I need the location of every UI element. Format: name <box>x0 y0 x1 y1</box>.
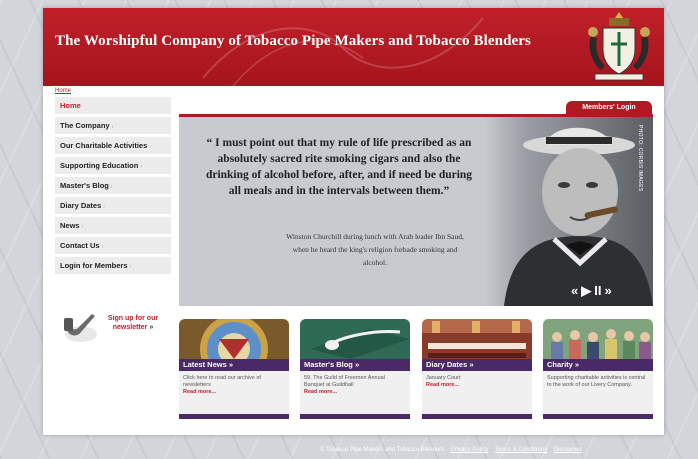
sidebar-item-label: Login for Members <box>60 261 128 270</box>
chevron-right-icon: › <box>110 184 113 190</box>
card-desc-text: 59. The Guild of Freemen Annual Banquet … <box>304 375 385 388</box>
card-charity[interactable]: Charity » Supporting charitable activiti… <box>543 319 653 419</box>
quote-open-mark: “ <box>206 137 213 149</box>
site-header: The Worshipful Company of Tobacco Pipe M… <box>43 8 664 86</box>
site-title: The Worshipful Company of Tobacco Pipe M… <box>55 33 531 49</box>
quote-attribution: Winston Churchill during lunch with Arab… <box>286 232 464 267</box>
chevron-right-icon: › <box>81 224 84 230</box>
slideshow-controls: « ▶ II » <box>571 283 612 299</box>
card-masters-blog[interactable]: Master's Blog » 59. The Guild of Freemen… <box>300 319 410 419</box>
sidebar-item-news[interactable]: News › <box>55 217 171 234</box>
card-footer-bar <box>543 414 653 419</box>
sidebar-item-label: News <box>60 221 80 230</box>
card-footer-bar <box>179 414 289 419</box>
read-more-link[interactable]: Read more... <box>426 382 528 389</box>
sidebar-item-label: The Company <box>60 121 110 130</box>
group-photo-image <box>543 319 653 359</box>
newsletter-line2: newsletter <box>112 324 148 331</box>
chevron-right-icon: › <box>103 204 105 210</box>
ornate-plate-image <box>179 319 289 359</box>
sidebar-item-label: Supporting Education <box>60 161 139 170</box>
quote-text: I must point out that my rule of life pr… <box>205 137 473 197</box>
card-latest-news[interactable]: Latest News » Click here to read our arc… <box>179 319 289 419</box>
read-more-link[interactable]: Read more... <box>304 389 406 396</box>
newsletter-line1: Sign up for our <box>107 315 159 322</box>
photo-credit: PHOTO: CORBIS IMAGES <box>637 125 643 192</box>
sidebar-item-our-charitable-activities[interactable]: Our Charitable Activities › <box>55 137 171 154</box>
page-container: The Worshipful Company of Tobacco Pipe M… <box>43 8 664 435</box>
sidebar-item-login-for-members[interactable]: Login for Members › <box>55 257 171 274</box>
newsletter-arrow: » <box>149 324 154 331</box>
read-more-link[interactable]: Read more... <box>183 389 285 396</box>
card-footer-bar <box>422 414 532 419</box>
card-desc-text: Click here to read our archive of newsle… <box>183 375 261 388</box>
sidebar-item-label: Master's Blog <box>60 181 109 190</box>
feature-cards: Latest News » Click here to read our arc… <box>179 319 653 425</box>
card-title: Latest News » <box>179 359 289 371</box>
card-title: Charity » <box>543 359 653 371</box>
sidebar-item-label: Diary Dates <box>60 201 102 210</box>
hero-quote: “ I must point out that my rule of life … <box>199 135 479 199</box>
sidebar-item-the-company[interactable]: The Company › <box>55 117 171 134</box>
next-slide-button[interactable]: » <box>604 283 611 299</box>
chevron-right-icon: › <box>129 264 132 270</box>
sidebar-item-label: Contact Us <box>60 241 100 250</box>
disclaimer-link[interactable]: Disclaimer <box>554 447 582 453</box>
newsletter-signup-link[interactable]: Sign up for our newsletter » <box>61 306 173 344</box>
pipe-icon <box>64 314 97 342</box>
chevron-right-icon: › <box>149 144 151 150</box>
breadcrumb-home-link[interactable]: Home <box>55 88 71 94</box>
book-and-pipe-image <box>300 319 410 359</box>
sidebar-item-home[interactable]: Home <box>55 97 171 114</box>
site-footer: © Tobacco Pipe Makers and Tobacco Blende… <box>320 447 582 453</box>
terms-conditions-link[interactable]: Terms & Conditions <box>495 447 547 453</box>
card-desc-text: January Court <box>426 375 461 381</box>
privacy-policy-link[interactable]: Privacy Policy <box>451 447 488 453</box>
hero-banner: “ I must point out that my rule of life … <box>179 117 653 306</box>
sidebar-item-contact-us[interactable]: Contact Us › <box>55 237 171 254</box>
play-button[interactable]: ▶ <box>581 283 591 299</box>
copyright-text: © Tobacco Pipe Makers and Tobacco Blende… <box>320 447 445 453</box>
chevron-right-icon: › <box>140 164 142 170</box>
previous-slide-button[interactable]: « <box>571 283 578 299</box>
sidebar-item-label: Our Charitable Activities <box>60 141 148 150</box>
card-description: Click here to read our archive of newsle… <box>183 375 285 396</box>
card-footer-bar <box>300 414 410 419</box>
sidebar-item-supporting-education[interactable]: Supporting Education › <box>55 157 171 174</box>
card-description: Supporting charitable activities is cent… <box>547 375 649 389</box>
card-description: January Court Read more... <box>426 375 528 389</box>
card-title: Diary Dates » <box>422 359 532 371</box>
pause-button[interactable]: II <box>594 283 601 299</box>
newsletter-text: Sign up for our newsletter » <box>97 314 169 332</box>
banquet-hall-image <box>422 319 532 359</box>
sidebar-item-diary-dates[interactable]: Diary Dates › <box>55 197 171 214</box>
chevron-right-icon: › <box>101 244 104 250</box>
card-desc-text: Supporting charitable activities is cent… <box>547 375 646 388</box>
members-login-tab[interactable]: Members' Login <box>566 101 652 115</box>
card-diary-dates[interactable]: Diary Dates » January Court Read more... <box>422 319 532 419</box>
sidebar-item-master-s-blog[interactable]: Master's Blog › <box>55 177 171 194</box>
sidebar-item-label: Home <box>60 101 81 110</box>
card-title: Master's Blog » <box>300 359 410 371</box>
chevron-right-icon: › <box>111 124 114 130</box>
churchill-photo <box>484 117 653 306</box>
card-description: 59. The Guild of Freemen Annual Banquet … <box>304 375 406 396</box>
coat-of-arms-icon <box>588 12 650 81</box>
sidebar-nav: Home The Company › Our Charitable Activitie… <box>55 97 171 277</box>
quote-close-mark: ” <box>443 185 450 197</box>
